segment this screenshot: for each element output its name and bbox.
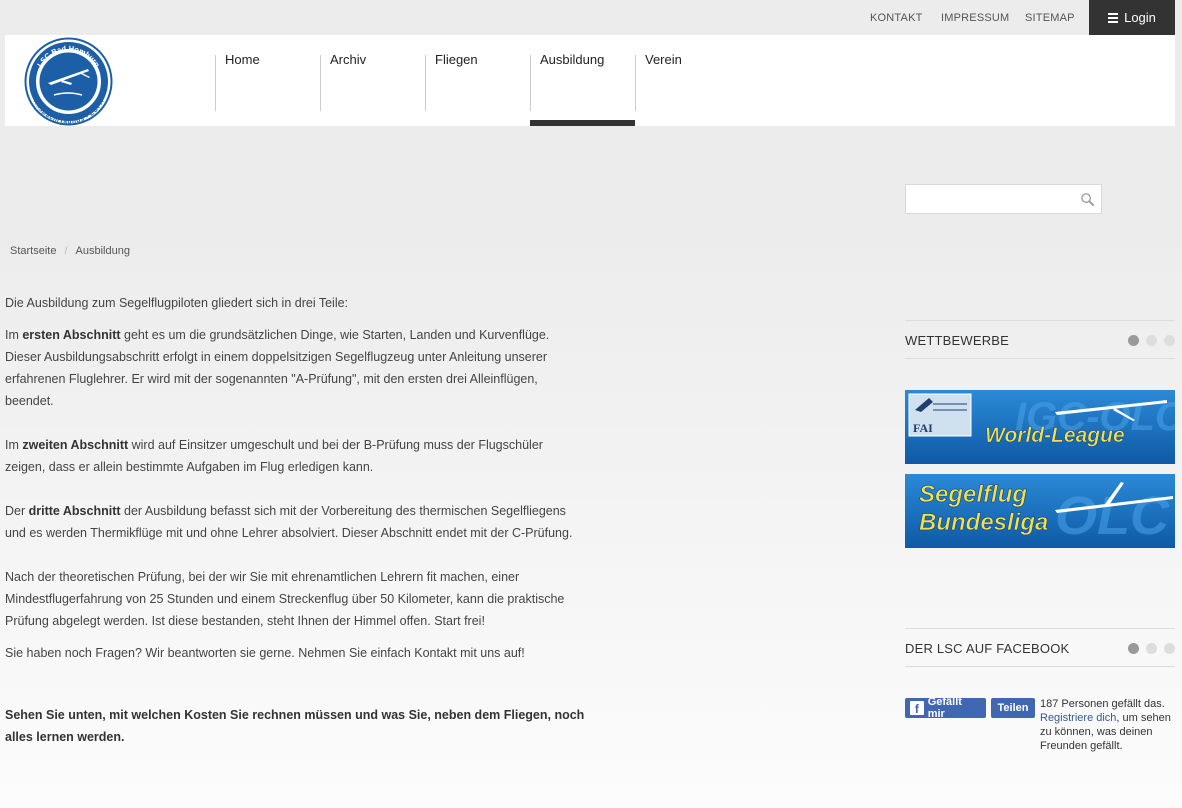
nav-verein-label: Verein [645,52,682,67]
club-logo[interactable]: LSC Bad Homburg Anspach/Taunus - EDFA [24,37,113,126]
sitemap-link[interactable]: SITEMAP [1025,12,1075,24]
facebook-register-link[interactable]: Registriere dich [1040,712,1116,724]
menu-icon [1108,11,1119,25]
pager-dot[interactable] [1146,335,1157,346]
breadcrumb-separator: / [64,245,68,257]
facebook-title: DER LSC AUF FACEBOOK [905,641,1070,656]
banner1-title: World-League [985,424,1125,447]
search-box [905,184,1102,214]
paragraph-contact: Sie haben noch Fragen? Wir beantworten s… [5,646,525,660]
nav-archiv[interactable]: Archiv [320,52,424,111]
pager-dot[interactable] [1164,335,1175,346]
search-input[interactable] [910,186,1074,214]
paragraph-first-section: Im ersten Abschnitt geht es um die grund… [5,328,550,408]
facebook-like-button[interactable]: f Gefällt mir [905,696,986,720]
facebook-like-label: Gefällt mir [927,696,962,720]
login-label: Login [1124,10,1156,25]
nav-verein[interactable]: Verein [635,52,739,111]
nav-ausbildung[interactable]: Ausbildung [530,52,635,126]
facebook-header: DER LSC AUF FACEBOOK [905,628,1175,667]
wettbewerbe-pager [1128,335,1175,346]
kontakt-link[interactable]: KONTAKT [870,12,923,24]
breadcrumb: Startseite / Ausbildung [10,245,130,257]
breadcrumb-startseite[interactable]: Startseite [10,245,56,257]
pager-dot[interactable] [1128,335,1139,346]
main-content: Die Ausbildung zum Segelflugpiloten glie… [5,292,585,748]
facebook-like-count: 187 Personen gefällt das. Registriere di… [1040,697,1180,753]
nav-archiv-label: Archiv [330,52,367,67]
facebook-icon: f [910,701,924,715]
nav-home[interactable]: Home [215,52,319,111]
facebook-count-text: 187 Personen gefällt das. [1040,698,1165,710]
site-header: LSC Bad Homburg Anspach/Taunus - EDFA Ho… [5,35,1175,126]
facebook-share-label: Teilen [997,702,1029,714]
segelflug-bundesliga-banner[interactable]: OLC Segelflug Bundesliga [905,474,1175,548]
paragraph-exam: Nach der theoretischen Prüfung, bei der … [5,570,565,628]
igc-olc-world-league-banner[interactable]: IGC-OLC FAI World-League [905,390,1175,464]
impressum-link[interactable]: IMPRESSUM [941,12,1009,24]
banner1-fai-badge: FAI [913,421,933,435]
wettbewerbe-header: WETTBEWERBE [905,320,1175,359]
pager-dot[interactable] [1146,643,1157,654]
banner2-line1: Segelflug [919,481,1027,508]
paragraph-third-section: Der dritte Abschnitt der Ausbildung befa… [5,504,573,540]
pager-dot[interactable] [1128,643,1139,654]
search-icon[interactable] [1080,192,1095,207]
pager-dot[interactable] [1164,643,1175,654]
nav-home-label: Home [225,52,260,67]
wettbewerbe-title: WETTBEWERBE [905,333,1010,348]
facebook-pager [1128,643,1175,654]
nav-fliegen[interactable]: Fliegen [425,52,529,111]
banner2-line2: Bundesliga [919,509,1048,536]
facebook-share-button[interactable]: Teilen [991,698,1035,718]
paragraph-costs: Sehen Sie unten, mit welchen Kosten Sie … [5,708,585,744]
login-button[interactable]: Login [1089,0,1175,35]
breadcrumb-current: Ausbildung [75,245,130,257]
nav-ausbildung-label: Ausbildung [540,52,605,67]
nav-fliegen-label: Fliegen [435,52,478,67]
intro-paragraph: Die Ausbildung zum Segelflugpiloten glie… [5,296,349,310]
paragraph-second-section: Im zweiten Abschnitt wird auf Einsitzer … [5,438,543,474]
utility-bar: KONTAKT IMPRESSUM SITEMAP Login [0,0,1182,35]
